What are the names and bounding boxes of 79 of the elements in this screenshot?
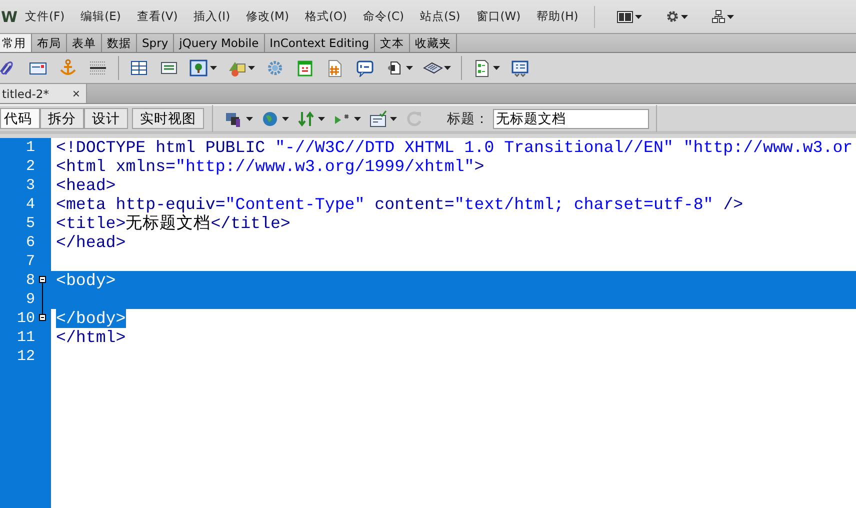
line-number: 8: [24, 272, 35, 289]
menu-item[interactable]: 格式(O): [296, 9, 355, 24]
menu-item[interactable]: 文件(F): [17, 9, 73, 24]
view-button[interactable]: 拆分: [40, 108, 84, 129]
calendar-icon: [295, 59, 315, 77]
menu-item[interactable]: 命令(C): [355, 9, 412, 24]
caret-icon: [406, 66, 413, 70]
caret-icon: [282, 116, 289, 120]
title-label: 标题：: [447, 110, 489, 128]
menu-item[interactable]: 帮助(H): [528, 9, 586, 24]
code-line: <title>无标题文档</title>: [56, 214, 292, 233]
line-number: 2: [24, 158, 35, 175]
insert-tab[interactable]: 收藏夹: [410, 34, 458, 52]
line-number: 11: [16, 329, 35, 346]
caret-icon: [681, 14, 688, 18]
settings-button[interactable]: [666, 10, 688, 23]
view-button[interactable]: 实时视图: [132, 108, 204, 129]
gear-icon: [265, 59, 285, 77]
caret-icon: [248, 66, 255, 70]
insert-tab[interactable]: jQuery Mobile: [174, 34, 265, 52]
fold-marker[interactable]: [39, 276, 46, 283]
menu-item[interactable]: 编辑(E): [72, 9, 129, 24]
caret-icon: [493, 66, 500, 70]
caret-icon: [318, 116, 325, 120]
layout-button[interactable]: [617, 10, 642, 22]
insert-tab[interactable]: 布局: [32, 34, 67, 52]
line-number: 9: [24, 291, 35, 308]
close-button[interactable]: ×: [72, 86, 80, 101]
insert-tab[interactable]: InContext Editing: [264, 34, 376, 52]
insert-tab[interactable]: 文本: [375, 34, 410, 52]
code-line: <head>: [56, 176, 117, 195]
anchor-icon: [58, 59, 78, 77]
code-line: <html xmlns="http://www.w3.org/1999/xhtml">: [56, 157, 486, 176]
caret-icon: [390, 116, 397, 120]
view-button[interactable]: 设计: [84, 108, 128, 129]
line-number: 6: [24, 234, 35, 251]
code-navigator-icon: [510, 59, 530, 77]
caret-icon: [635, 14, 642, 18]
document-tab[interactable]: titled-2* ×: [0, 84, 87, 103]
caret-icon: [246, 116, 253, 120]
code-line: </head>: [56, 233, 127, 252]
menu-item[interactable]: 窗口(W): [468, 9, 529, 24]
line-number: 1: [24, 139, 35, 156]
horizontal-rule-icon: [88, 59, 108, 77]
caret-icon: [210, 66, 217, 70]
check-page-icon: [369, 110, 389, 128]
line-number: 7: [24, 253, 35, 270]
caret-icon: [444, 66, 451, 70]
menu-item[interactable]: 插入(I): [186, 9, 238, 24]
line-number: 3: [24, 177, 35, 194]
title-field[interactable]: 无标题文档: [493, 108, 649, 128]
insert-tab[interactable]: Spry: [137, 34, 174, 52]
document-tab-title: titled-2*: [2, 86, 49, 100]
settings-icon: [666, 10, 680, 23]
view-button[interactable]: 代码: [0, 108, 40, 129]
code-line: <meta http-equiv="Content-Type" content="text/html; charset=utf-8" />: [56, 195, 744, 214]
caret-icon: [727, 14, 734, 18]
line-number: 12: [16, 348, 35, 365]
line-number: 10: [16, 310, 35, 327]
hierarchy-icon: [712, 10, 726, 23]
site-button[interactable]: [712, 10, 734, 23]
code-line: </html>: [56, 328, 127, 347]
comment-icon: [355, 59, 375, 77]
image-icon: [189, 59, 209, 77]
table-icon: [129, 59, 149, 77]
fold-marker[interactable]: [39, 314, 46, 321]
insert-tab[interactable]: 常用: [0, 34, 32, 52]
insert-tab[interactable]: 表单: [67, 34, 102, 52]
div-icon: [159, 59, 179, 77]
line-number: 4: [24, 196, 35, 213]
menu-item[interactable]: 修改(M): [238, 9, 297, 24]
layout-icon: [617, 10, 634, 22]
insert-tab[interactable]: 数据: [102, 34, 137, 52]
app-logo: W: [1, 8, 17, 26]
line-number: 5: [24, 215, 35, 232]
caret-icon: [354, 116, 361, 120]
menu-item[interactable]: 站点(S): [412, 9, 468, 24]
menu-item[interactable]: 查看(V): [128, 9, 186, 24]
code-line: <!DOCTYPE html PUBLIC "-//W3C//DTD XHTML 1.0 Transitional//EN" "http://www.w3.or: [56, 138, 854, 157]
